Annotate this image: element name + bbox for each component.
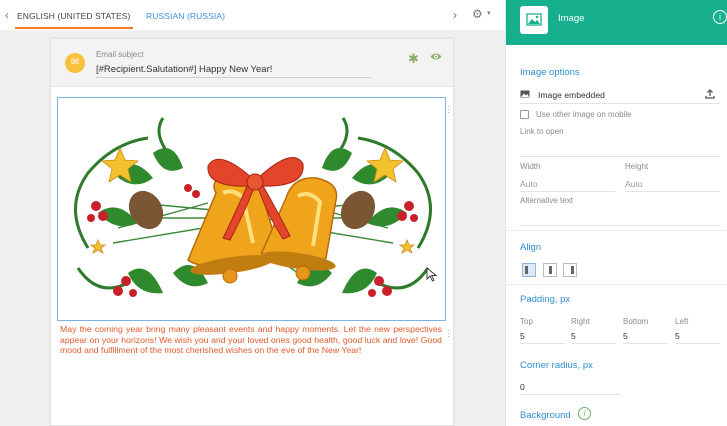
height-input[interactable]: Auto [625, 179, 643, 189]
message-text[interactable]: May the coming year bring many pleasant … [60, 324, 442, 356]
block-drag-handle[interactable]: · · · [447, 102, 451, 117]
corner-field-underline [520, 394, 620, 395]
padding-top-label: Top [520, 317, 533, 326]
block-drag-handle[interactable]: · · · [447, 326, 451, 341]
email-editor-area: ‹ ENGLISH (UNITED STATES) RUSSIAN (RUSSI… [0, 0, 505, 426]
active-tab-indicator [15, 27, 133, 29]
alt-field-underline [520, 225, 720, 226]
height-label: Height [625, 162, 649, 171]
alternative-text-label: Alternative text [520, 196, 573, 205]
use-other-image-mobile-label: Use other image on mobile [536, 110, 632, 119]
image-block-selected[interactable] [57, 97, 446, 321]
width-label: Width [520, 162, 541, 171]
corner-radius-title: Corner radius, px [520, 360, 593, 371]
padding-left-label: Left [675, 317, 689, 326]
use-other-image-mobile-checkbox[interactable] [520, 110, 529, 119]
padding-field-underline [571, 343, 616, 344]
link-to-open-label: Link to open [520, 127, 564, 136]
language-tab-bar: ‹ ENGLISH (UNITED STATES) RUSSIAN (RUSSI… [0, 0, 505, 30]
padding-right-label: Right [571, 317, 590, 326]
chevron-right-icon[interactable]: › [453, 8, 457, 22]
mouse-cursor-icon [426, 267, 437, 282]
image-file-name: Image embedded [538, 90, 605, 100]
padding-left-input[interactable]: 5 [675, 331, 680, 341]
subject-settings-gear-icon[interactable]: ✱ [408, 51, 419, 67]
subject-input[interactable]: [#Recipient.Salutation#] Happy New Year! [96, 64, 371, 78]
padding-bottom-label: Bottom [623, 317, 649, 326]
padding-right-input[interactable]: 5 [571, 331, 576, 341]
subject-label: Email subject [96, 50, 144, 59]
align-center-button[interactable] [543, 263, 557, 277]
section-divider [506, 284, 727, 285]
chevron-left-icon[interactable]: ‹ [5, 8, 9, 22]
panel-header: Image i [506, 0, 727, 45]
width-field-underline [520, 191, 615, 192]
tab-english-united-states[interactable]: ENGLISH (UNITED STATES) [17, 11, 130, 21]
properties-panel: Image i Image options Image embedded Use… [505, 0, 727, 426]
align-title: Align [520, 242, 542, 253]
background-title: Background [520, 410, 571, 421]
gear-icon[interactable]: ⚙ [472, 7, 483, 21]
info-icon[interactable]: i [578, 407, 591, 420]
padding-field-underline [623, 343, 668, 344]
subject-block: ✉ Email subject [#Recipient.Salutation#]… [51, 39, 453, 87]
panel-title: Image [558, 13, 585, 24]
image-field-underline [520, 103, 720, 104]
image-options-title: Image options [520, 67, 580, 78]
tab-russian-russia[interactable]: RUSSIAN (RUSSIA) [146, 11, 225, 21]
height-field-underline [625, 191, 720, 192]
link-to-open-input[interactable] [520, 140, 720, 152]
eye-icon[interactable] [430, 52, 442, 61]
info-icon[interactable]: i [713, 10, 727, 24]
padding-bottom-input[interactable]: 5 [623, 331, 628, 341]
padding-title: Padding, px [520, 294, 571, 305]
padding-field-underline [520, 343, 565, 344]
corner-radius-input[interactable]: 0 [520, 382, 525, 392]
padding-field-underline [675, 343, 720, 344]
alternative-text-input[interactable] [520, 210, 720, 222]
padding-top-input[interactable]: 5 [520, 331, 525, 341]
section-divider [506, 230, 727, 231]
caret-down-icon[interactable]: ▾ [487, 9, 491, 17]
link-field-underline [520, 156, 720, 157]
christmas-bells-image [74, 117, 432, 297]
width-input[interactable]: Auto [520, 179, 538, 189]
upload-icon[interactable] [705, 89, 715, 99]
image-block-icon [520, 6, 548, 34]
envelope-icon: ✉ [65, 53, 85, 73]
align-right-button[interactable] [563, 263, 577, 277]
align-left-button[interactable] [522, 263, 536, 277]
image-icon [520, 90, 530, 98]
email-canvas: ✉ Email subject [#Recipient.Salutation#]… [50, 38, 454, 426]
